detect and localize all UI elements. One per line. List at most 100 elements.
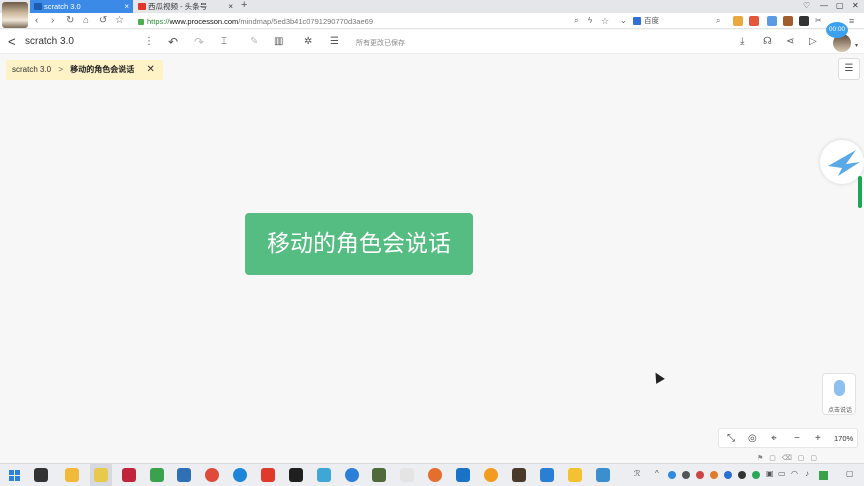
app-icon-13[interactable] <box>372 468 386 482</box>
browser-icon[interactable] <box>233 468 247 482</box>
breadcrumb-root[interactable]: scratch 3.0 <box>12 65 51 74</box>
battery-icon[interactable]: ▭ <box>778 469 786 478</box>
shield-icon[interactable]: ♡ <box>803 1 810 10</box>
tray-app-icon-5[interactable] <box>724 471 732 479</box>
app-toolbar: < scratch 3.0 ⋮ ↶ ↷ ⌶ ✎ ▥ ✲ ☰ 所有更改已保存 ⤓ … <box>0 30 864 54</box>
save-status: 所有更改已保存 <box>356 40 405 47</box>
play-icon[interactable]: ▷ <box>809 35 817 49</box>
outline-icon[interactable]: ☰ <box>330 35 339 49</box>
text-app-icon[interactable] <box>400 468 414 482</box>
breadcrumb-close-icon[interactable]: ✕ <box>147 64 155 75</box>
url-host: www.processon.com <box>169 17 239 26</box>
url-field[interactable]: https://www.processon.com/mindmap/5ed3b4… <box>138 16 568 27</box>
app-icon-20[interactable] <box>568 468 582 482</box>
browser-profile-avatar[interactable] <box>2 2 28 28</box>
favorite-star-icon[interactable]: ☆ <box>601 15 609 27</box>
folder-icon[interactable] <box>65 468 79 482</box>
search-app-icon[interactable] <box>484 468 498 482</box>
lightning-icon[interactable]: ϟ <box>588 15 592 27</box>
collaborate-icon[interactable]: ☊ <box>763 35 772 49</box>
settings-sliders-button[interactable]: ☰ <box>838 58 860 80</box>
tray-app-icon-2[interactable] <box>682 471 690 479</box>
redo-icon[interactable]: ↷ <box>194 35 204 49</box>
document-title[interactable]: scratch 3.0 <box>25 36 74 47</box>
tab-close-icon[interactable]: × <box>124 0 129 13</box>
app-icon-6[interactable] <box>177 468 191 482</box>
back-arrow-icon[interactable]: ‹ <box>35 15 38 27</box>
close-window-button[interactable]: ✕ <box>852 1 859 10</box>
tray-app-icon-1[interactable] <box>668 471 676 479</box>
tray-app-icon-7[interactable] <box>752 471 760 479</box>
app-icon-9[interactable] <box>261 468 275 482</box>
zoom-search-icon[interactable]: ⌕ <box>574 15 578 27</box>
back-button[interactable]: < <box>8 34 16 49</box>
volume-icon[interactable]: ♪ <box>805 469 809 478</box>
menu-icon[interactable]: ≡ <box>849 15 854 27</box>
minimize-button[interactable]: — <box>820 1 828 10</box>
app-icon-1[interactable] <box>34 468 48 482</box>
chrome-icon[interactable] <box>205 468 219 482</box>
style-icon[interactable]: ✲ <box>304 35 312 49</box>
extension-grid-icon[interactable] <box>733 16 743 26</box>
app-icon-12[interactable] <box>345 468 359 482</box>
app-icon-11[interactable] <box>317 468 331 482</box>
undo-icon[interactable]: ↶ <box>168 35 178 49</box>
search-icon[interactable]: ⌕ <box>716 15 720 27</box>
search-box[interactable]: 百度 <box>632 15 728 27</box>
app-icon-18[interactable] <box>512 468 526 482</box>
scissors-icon[interactable]: ✂ <box>815 15 822 27</box>
layout-icon[interactable]: ▥ <box>274 35 283 49</box>
zoom-in-button[interactable]: + <box>815 432 821 446</box>
app-icon-16[interactable] <box>456 468 470 482</box>
tray-app-icon-4[interactable] <box>710 471 718 479</box>
wechat-icon[interactable] <box>819 471 828 480</box>
reload-icon[interactable]: ↻ <box>66 15 74 27</box>
more-vertical-icon[interactable]: ⋮ <box>144 35 154 49</box>
person-icon[interactable]: ℛ <box>634 469 640 478</box>
extension-x-icon[interactable] <box>799 16 809 26</box>
app-icon-4[interactable] <box>122 468 136 482</box>
pycharm-icon[interactable] <box>289 468 303 482</box>
tab-title: 西瓜视频 - 头条号 <box>148 2 208 11</box>
clear-format-icon[interactable]: ✎ <box>250 35 258 49</box>
bookmark-star-icon[interactable]: ☆ <box>115 15 124 27</box>
app-icon-15[interactable] <box>428 468 442 482</box>
tab-close-icon[interactable]: × <box>228 0 233 13</box>
location-pin-icon[interactable]: ⌖ <box>771 432 777 446</box>
maximize-button[interactable]: ▢ <box>836 1 844 10</box>
eye-icon[interactable]: ◎ <box>748 432 757 446</box>
tab-scratch[interactable]: scratch 3.0 × <box>30 0 133 13</box>
zoom-out-button[interactable]: − <box>794 432 800 446</box>
extension-game-icon[interactable] <box>749 16 759 26</box>
windows-start-icon[interactable] <box>9 470 20 481</box>
timer-badge[interactable]: 00:00 <box>826 22 848 38</box>
tab-title: scratch 3.0 <box>44 2 81 11</box>
edge-icon[interactable] <box>150 468 164 482</box>
scrollbar[interactable] <box>858 176 862 208</box>
share-icon[interactable]: ⋖ <box>786 35 794 49</box>
home-icon[interactable]: ⌂ <box>83 15 89 27</box>
notification-icon[interactable]: ▢ <box>846 469 854 478</box>
new-tab-button[interactable]: + <box>241 0 247 11</box>
search-placeholder: 百度 <box>644 16 659 25</box>
wifi-icon[interactable]: ◠ <box>791 469 798 478</box>
app-icon-3[interactable] <box>94 468 108 482</box>
tray-app-icon-6[interactable] <box>738 471 746 479</box>
tray-app-icon-8[interactable]: ▣ <box>766 469 774 478</box>
tab-xigua[interactable]: 西瓜视频 - 头条号 × <box>134 0 237 13</box>
dropdown-chevron-icon[interactable]: ⌄ <box>620 15 627 27</box>
app-icon-21[interactable] <box>596 468 610 482</box>
tray-chevron-icon[interactable]: ^ <box>655 469 659 478</box>
tray-app-icon-3[interactable] <box>696 471 704 479</box>
format-painter-icon[interactable]: ⌶ <box>221 35 227 49</box>
undo-close-icon[interactable]: ↺ <box>99 15 107 27</box>
mindmap-root-node[interactable]: 移动的角色会说话 <box>245 213 473 275</box>
chevron-down-icon[interactable]: ▾ <box>855 39 858 53</box>
voice-input-button[interactable]: 点击说话 <box>822 373 856 415</box>
extension-image-icon[interactable] <box>767 16 777 26</box>
extension-book-icon[interactable] <box>783 16 793 26</box>
word-icon[interactable] <box>540 468 554 482</box>
fit-screen-icon[interactable]: ⤡ <box>727 432 735 446</box>
forward-arrow-icon[interactable]: › <box>51 15 54 27</box>
download-icon[interactable]: ⤓ <box>740 35 744 49</box>
